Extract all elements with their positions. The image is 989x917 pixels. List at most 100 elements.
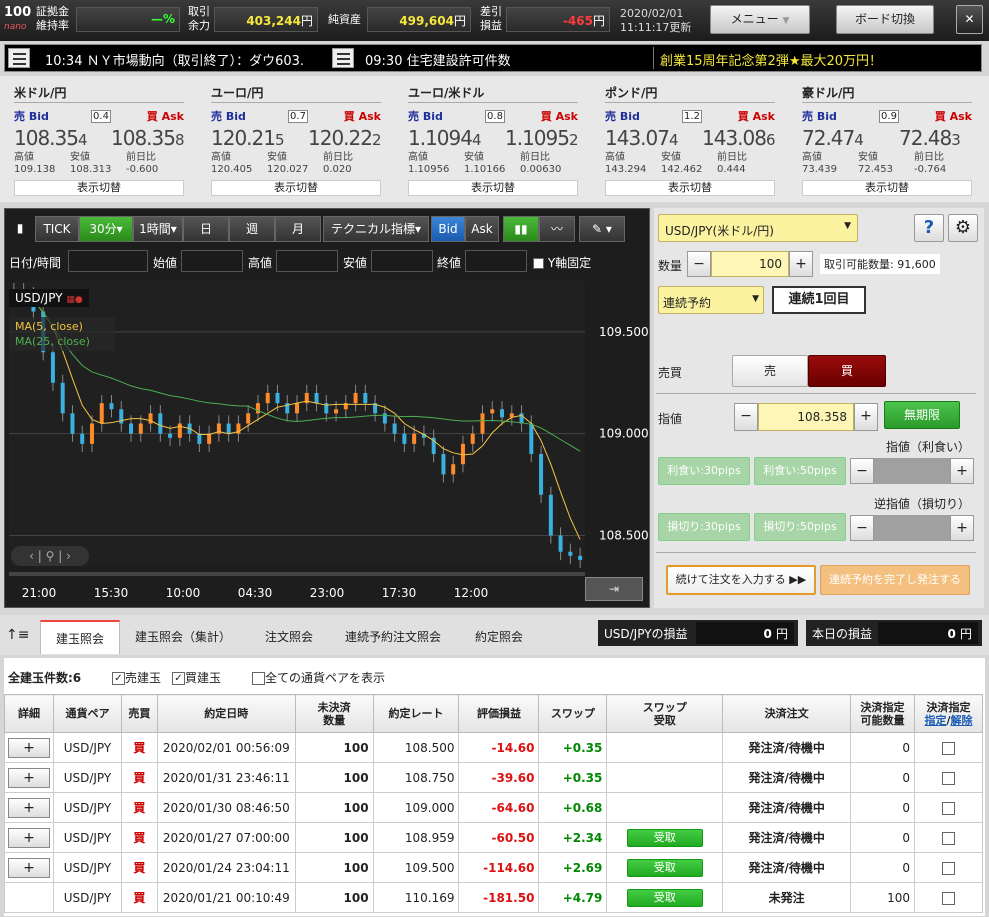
table-row[interactable]: + USD/JPY 買 2020/01/24 23:04:11 100 109.… xyxy=(4,852,984,883)
quantity-minus-button[interactable]: − xyxy=(687,251,711,277)
expand-button[interactable]: + xyxy=(7,737,50,758)
display-switch-button[interactable]: 表示切替 xyxy=(14,180,184,196)
swap-receive-button[interactable]: 受取 xyxy=(626,858,703,877)
sl-input[interactable] xyxy=(874,515,950,541)
bid-toggle[interactable]: Bid xyxy=(431,216,465,242)
settle-checkbox[interactable] xyxy=(941,831,955,845)
candle-icon[interactable]: ▮▮ xyxy=(503,216,539,242)
ask-price[interactable]: 72.483 xyxy=(899,126,961,150)
tab-executions[interactable]: 約定照会 xyxy=(462,620,536,654)
settle-checkbox[interactable] xyxy=(941,741,955,755)
date-time-input[interactable] xyxy=(68,250,148,272)
week-button[interactable]: 週 xyxy=(229,216,275,242)
news-item[interactable]: 09:30 住宅建設許可件数 xyxy=(365,50,511,69)
settle-checkbox[interactable] xyxy=(941,861,955,875)
ask-price[interactable]: 1.10952 xyxy=(505,126,578,150)
expand-button[interactable]: + xyxy=(7,827,50,848)
ask-toggle[interactable]: Ask xyxy=(465,216,499,242)
rate-card[interactable]: 豪ドル/円 売 Bid 0.9 買 Ask 72.474 72.483 高値 73… xyxy=(802,84,982,202)
table-row[interactable]: + USD/JPY 買 2020/01/30 08:46:50 100 109.… xyxy=(4,792,984,823)
swap-receive-button[interactable]: 受取 xyxy=(626,828,703,847)
bid-price[interactable]: 108.354 xyxy=(14,126,87,150)
open-input[interactable] xyxy=(181,250,243,272)
scrollbar[interactable] xyxy=(9,572,585,576)
chart-type-icon[interactable]: ▮ xyxy=(9,216,31,242)
help-icon[interactable]: ? xyxy=(914,214,944,242)
settle-checkbox[interactable] xyxy=(941,891,955,905)
buy-button[interactable]: 買 xyxy=(808,355,886,387)
continue-order-button[interactable]: 続けて注文を入力する ▶▶ xyxy=(666,565,816,595)
table-row[interactable]: USD/JPY 買 2020/01/21 00:10:49 100 110.16… xyxy=(4,882,984,913)
ask-price[interactable]: 108.358 xyxy=(111,126,184,150)
column-header[interactable]: 未決済 数量 xyxy=(294,694,374,733)
technical-indicator-select[interactable]: テクニカル指標▾ xyxy=(323,216,429,242)
day-button[interactable]: 日 xyxy=(183,216,229,242)
display-switch-button[interactable]: 表示切替 xyxy=(605,180,775,196)
price-minus-button[interactable]: − xyxy=(734,403,758,431)
menu-button[interactable]: メニュー ▼ xyxy=(710,5,810,34)
news-item[interactable]: 10:34 ＮＹ市場動向（取引終了）：ダウ603. xyxy=(45,50,330,69)
column-header[interactable]: スワップ xyxy=(538,694,608,733)
display-switch-button[interactable]: 表示切替 xyxy=(802,180,972,196)
sl-minus-button[interactable]: − xyxy=(850,515,874,541)
tp30-button[interactable]: 利食い:30pips xyxy=(658,457,750,485)
chevron-right-icon[interactable]: › xyxy=(66,549,71,563)
ask-price[interactable]: 120.222 xyxy=(308,126,381,150)
y-axis-fix-label[interactable]: Y軸固定 xyxy=(533,254,591,271)
close-icon[interactable]: ✕ xyxy=(956,5,983,34)
bid-price[interactable]: 120.215 xyxy=(211,126,284,150)
rate-card[interactable]: ユーロ/米ドル 売 Bid 0.8 買 Ask 1.10944 1.10952 … xyxy=(408,84,588,202)
gear-icon[interactable]: ⚙ xyxy=(948,214,978,242)
all-pairs-filter[interactable]: 全ての通貨ペアを表示 xyxy=(252,669,385,686)
complete-order-button[interactable]: 連続予約を完了し発注する xyxy=(820,565,970,595)
expand-button[interactable]: + xyxy=(7,767,50,788)
rate-card[interactable]: ユーロ/円 売 Bid 0.7 買 Ask 120.215 120.222 高値… xyxy=(211,84,391,202)
low-input[interactable] xyxy=(371,250,433,272)
list-icon[interactable] xyxy=(8,48,30,68)
column-header[interactable]: 約定日時 xyxy=(156,694,296,733)
table-row[interactable]: + USD/JPY 買 2020/01/31 23:46:11 100 108.… xyxy=(4,762,984,793)
jump-latest-icon[interactable]: ⇥ xyxy=(585,577,643,601)
settle-checkbox[interactable] xyxy=(941,801,955,815)
column-header[interactable]: スワップ 受取 xyxy=(606,694,724,733)
expiry-button[interactable]: 無期限 xyxy=(884,401,960,429)
price-plus-button[interactable]: + xyxy=(854,403,878,431)
tab-sequence-orders[interactable]: 連続予約注文照会 xyxy=(334,620,452,654)
table-row[interactable]: + USD/JPY 買 2020/02/01 00:56:09 100 108.… xyxy=(4,732,984,763)
chart-nav[interactable]: ‹ | ⚲ | › xyxy=(11,546,89,566)
column-header[interactable]: 詳細 xyxy=(4,694,54,733)
rate-card[interactable]: ポンド/円 売 Bid 1.2 買 Ask 143.074 143.086 高値… xyxy=(605,84,785,202)
ask-price[interactable]: 143.086 xyxy=(702,126,775,150)
tp-minus-button[interactable]: − xyxy=(850,458,874,484)
quantity-input[interactable]: 100 xyxy=(711,251,789,277)
expand-button[interactable]: + xyxy=(7,797,50,818)
display-switch-button[interactable]: 表示切替 xyxy=(211,180,381,196)
tab-positions[interactable]: 建玉照会 xyxy=(40,620,120,654)
tp-plus-button[interactable]: + xyxy=(950,458,974,484)
chevron-left-icon[interactable]: ‹ xyxy=(29,549,34,563)
bid-price[interactable]: 143.074 xyxy=(605,126,678,150)
display-switch-button[interactable]: 表示切替 xyxy=(408,180,578,196)
order-type-select[interactable]: 連続予約 ▼ xyxy=(658,286,764,314)
pair-select[interactable]: USD/JPY(米ドル/円) ▼ xyxy=(658,214,858,242)
board-switch-button[interactable]: ボード切換 xyxy=(836,5,934,34)
list-icon[interactable] xyxy=(332,48,354,68)
bid-price[interactable]: 72.474 xyxy=(802,126,864,150)
column-header[interactable]: 決済注文 xyxy=(722,694,852,733)
tp50-button[interactable]: 利食い:50pips xyxy=(754,457,846,485)
sl-plus-button[interactable]: + xyxy=(950,515,974,541)
bid-price[interactable]: 1.10944 xyxy=(408,126,481,150)
table-row[interactable]: + USD/JPY 買 2020/01/27 07:00:00 100 108.… xyxy=(4,822,984,853)
column-header[interactable]: 決済指定 指定/解除 xyxy=(913,694,984,733)
column-header[interactable]: 評価損益 xyxy=(458,694,540,733)
month-button[interactable]: 月 xyxy=(275,216,321,242)
sl30-button[interactable]: 損切り:30pips xyxy=(658,513,750,541)
y-axis-fix-checkbox[interactable] xyxy=(533,258,544,269)
column-header[interactable]: 売買 xyxy=(120,694,158,733)
sl50-button[interactable]: 損切り:50pips xyxy=(754,513,846,541)
high-input[interactable] xyxy=(276,250,338,272)
buy-pos-filter[interactable]: ✓ 買建玉 xyxy=(172,669,221,686)
line-chart-icon[interactable]: 〰 xyxy=(539,216,575,242)
quantity-plus-button[interactable]: + xyxy=(789,251,813,277)
zoom-icon[interactable]: ⚲ xyxy=(46,549,55,563)
